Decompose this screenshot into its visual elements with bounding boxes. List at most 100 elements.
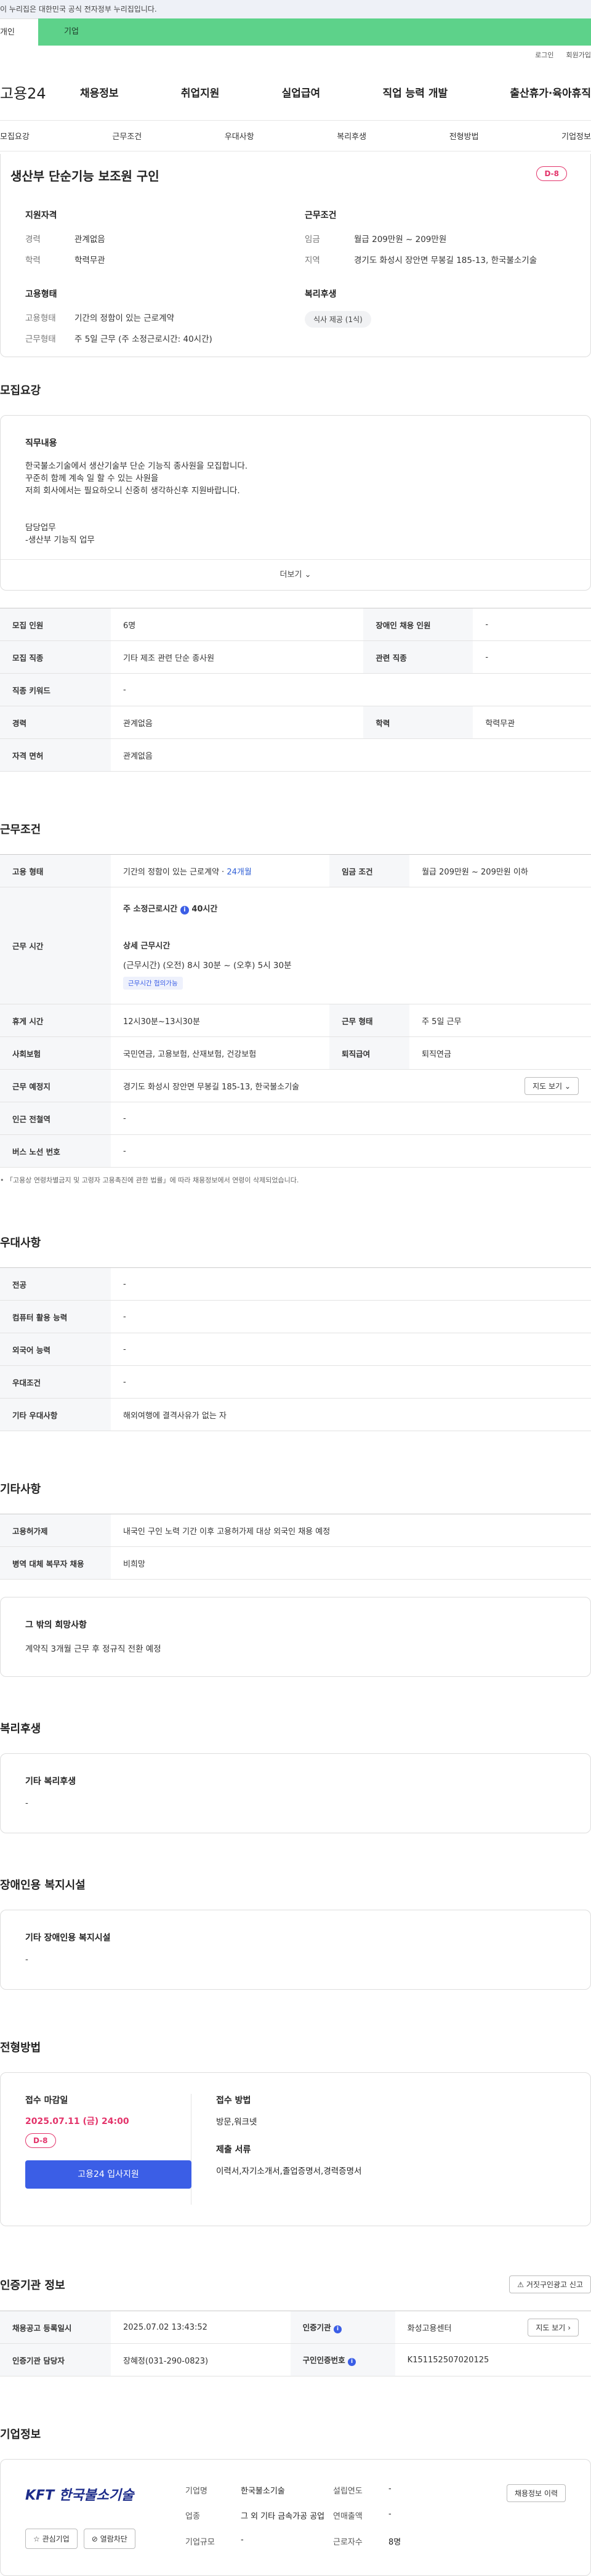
gnb-item-maternity-leave[interactable]: 출산휴가·육아휴직: [510, 84, 591, 100]
table-cell: 장혜정(031-290-0823): [111, 2343, 291, 2376]
anchor-tab-preferences[interactable]: 우대사항: [225, 130, 254, 142]
table-cell: 6명: [111, 608, 364, 641]
wage-value: 월급 209만원 ~ 209만원: [354, 235, 447, 244]
wage-label: 임금: [305, 235, 320, 244]
anchor-tab-recruit[interactable]: 모집요강: [0, 130, 30, 142]
table-cell: -: [111, 673, 591, 706]
table-header: 외국어 능력: [0, 1333, 111, 1366]
gnb-item-vocational-training[interactable]: 직업 능력 개발: [382, 84, 448, 100]
favorite-company-button[interactable]: ☆ 관심기업: [25, 2529, 78, 2549]
chevron-right-icon: ›: [568, 2323, 571, 2332]
table-row: 인근 전철역 -: [0, 1102, 591, 1135]
table-cell: -: [111, 1134, 591, 1168]
section-title-recruit: 모집요강: [0, 384, 41, 397]
block-icon: ⊘: [91, 2535, 98, 2543]
gnb-item-jobs[interactable]: 채용정보: [80, 84, 119, 100]
dday-badge: D-8: [25, 2133, 56, 2148]
site-logo[interactable]: 고용24: [0, 81, 74, 103]
method-heading: 접수 방법: [216, 2096, 251, 2106]
table-cell: 해외여행에 결격사유가 없는 자: [111, 1398, 591, 1431]
docs-value: 이력서,자기소개서,졸업증명서,경력증명서: [216, 2166, 362, 2176]
table-header: 고용허가제: [0, 1514, 111, 1547]
table-row: 모집 직종 기타 제조 관련 단순 종사원 관련 직종 -: [0, 640, 591, 674]
company-name-value: 한국불소기술: [241, 2487, 285, 2496]
block-view-button[interactable]: ⊘ 열람차단: [83, 2529, 135, 2549]
table-header: 우대조건: [0, 1365, 111, 1399]
table-header: 인근 전철역: [0, 1102, 111, 1135]
signup-link[interactable]: 회원가입: [566, 50, 591, 60]
table-row: 컴퓨터 활용 능력 -: [0, 1300, 591, 1333]
work-form-value: 주 5일 근무 (주 소정근로시간: 40시간): [74, 334, 212, 344]
table-header: 휴게 시간: [0, 1004, 111, 1037]
method-value: 방문,워크넷: [216, 2117, 257, 2127]
table-header: 모집 인원: [0, 608, 111, 641]
table-row: 전공 -: [0, 1267, 591, 1301]
table-row: 우대조건 -: [0, 1365, 591, 1399]
login-link[interactable]: 로그인: [535, 50, 553, 60]
report-fake-ad-button[interactable]: ⚠ 거짓구인광고 신고: [509, 2275, 591, 2293]
recruit-history-button[interactable]: 채용정보 이력: [506, 2484, 566, 2502]
qual-career-label: 경력: [25, 235, 41, 244]
table-header: 인증기관 i: [290, 2311, 395, 2344]
work-condition-block: 근무조건 임금 월급 209만원 ~ 209만원 지역 경기도 화성시 장안면 무봉…: [305, 209, 566, 274]
tab-company[interactable]: 기업: [38, 18, 591, 46]
info-icon[interactable]: i: [180, 905, 189, 915]
weekly-hours-value: 40시간: [191, 904, 218, 914]
wish-text: 계약직 3개월 근무 후 정규직 전환 예정: [25, 1644, 161, 1654]
table-cell: 기타 제조 관련 단순 종사원: [111, 640, 364, 674]
work-condition-heading: 근무조건: [305, 211, 337, 220]
duty-line: 꾸준히 함께 계속 일 할 수 있는 사원을: [25, 474, 159, 483]
table-header: 구인인증번호 i: [290, 2343, 395, 2376]
disabled-card-heading: 기타 장애인용 복지시설: [25, 1933, 111, 1943]
info-icon[interactable]: i: [348, 2358, 356, 2366]
star-icon: ☆: [33, 2535, 40, 2543]
cert-map-button[interactable]: 지도 보기 ›: [528, 2318, 579, 2336]
report-label: 거짓구인광고 신고: [526, 2280, 583, 2289]
table-cell: 주 소정근로시간 i 40시간 상세 근무시간 (근무시간) (오전) 8시 3…: [111, 887, 591, 1004]
welfare-card: 기타 복리후생 -: [0, 1753, 591, 1833]
employment-type-block: 고용형태 고용형태 기간의 정함이 있는 근로계약 근무형태 주 5일 근무 (주 …: [25, 288, 286, 353]
alarm-icon: ⚠: [517, 2280, 525, 2289]
recruit-table: 모집 인원 6명 장애인 채용 인원 - 모집 직종 기타 제조 관련 단순 종…: [0, 608, 591, 772]
anchor-tab-process[interactable]: 전형방법: [449, 130, 479, 142]
info-icon[interactable]: i: [334, 2325, 342, 2333]
founded-year-value: -: [388, 2484, 392, 2493]
anchor-tab-work-conditions[interactable]: 근무조건: [112, 130, 142, 142]
anchor-tab-welfare[interactable]: 복리후생: [337, 130, 366, 142]
anchor-tab-company[interactable]: 기업정보: [561, 130, 591, 142]
qualification-block: 지원자격 경력 관계없음 학력 학력무관: [25, 209, 286, 274]
qual-career-value: 관계없음: [74, 235, 105, 244]
more-button[interactable]: 더보기 ⌄: [1, 559, 590, 590]
work-conditions-table: 고용 형태 기간의 정함이 있는 근로계약 · 24개월 임금 조건 월급 20…: [0, 854, 591, 1168]
table-row: 근무 예정지 경기도 화성시 장안면 무봉길 185-13, 한국불소기술 지도…: [0, 1069, 591, 1102]
disabled-facilities-card: 기타 장애인용 복지시설 -: [0, 1910, 591, 1990]
process-card: 접수 마감일 2025.07.11 (금) 24:00 D-8 고용24 입사지…: [0, 2072, 591, 2226]
table-cell: 12시30분~13시30분: [111, 1004, 330, 1037]
preferences-table: 전공 - 컴퓨터 활용 능력 - 외국어 능력 - 우대조건 - 기타 우대사항 해외여행…: [0, 1267, 591, 1431]
wish-heading: 그 밖의 희망사항: [25, 1620, 87, 1630]
table-row: 사회보험 국민연금, 고용보험, 산재보험, 건강보험 퇴직급여 퇴직연금: [0, 1036, 591, 1070]
apply-button[interactable]: 고용24 입사지원: [25, 2160, 191, 2189]
table-row: 자격 면허 관계없음: [0, 738, 591, 772]
table-cell: -: [111, 1333, 591, 1366]
job-summary-card: 생산부 단순기능 보조원 구인 D-8 지원자격 경력 관계없음 학력 학력무관 근…: [0, 154, 591, 357]
map-button[interactable]: 지도 보기 ⌄: [525, 1076, 579, 1095]
section-title-other: 기타사항: [0, 1483, 41, 1496]
table-cell: 주 5일 근무: [409, 1004, 591, 1037]
deadline-value: 2025.07.11 (금) 24:00: [25, 2117, 129, 2126]
table-row: 경력 관계없음 학력 학력무관: [0, 706, 591, 739]
gnb-item-employment-support[interactable]: 취업지원: [181, 84, 220, 100]
table-cell: 내국인 구인 노력 기간 이후 고용허가제 대상 외국인 채용 예정: [111, 1514, 591, 1547]
work-location-value: 경기도 화성시 장안면 무봉길 185-13, 한국불소기술: [123, 1082, 300, 1092]
table-header: 학력: [363, 706, 473, 739]
utility-nav: 로그인 회원가입: [0, 46, 591, 64]
table-cell: 관계없음: [111, 706, 364, 739]
chevron-down-icon: ⌄: [304, 570, 312, 579]
section-title-cert: 인증기관 정보: [0, 2279, 65, 2292]
detail-hours-label: 상세 근무시간: [123, 941, 171, 951]
gnb-item-unemployment-benefit[interactable]: 실업급여: [282, 84, 321, 100]
table-cell: -: [111, 1102, 591, 1135]
table-header: 기타 우대사항: [0, 1398, 111, 1431]
tab-personal[interactable]: 개인: [0, 18, 38, 46]
section-title-company: 기업정보: [0, 2428, 41, 2441]
